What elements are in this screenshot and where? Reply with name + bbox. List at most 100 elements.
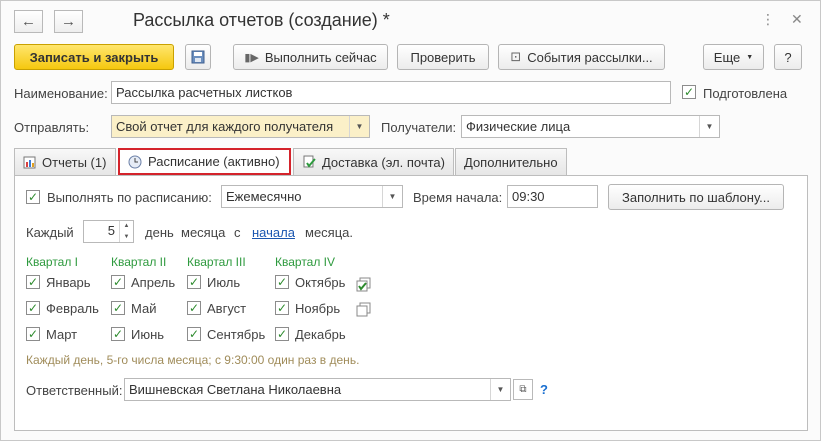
month-label-march: Март [46,327,78,342]
name-field[interactable]: Рассылка расчетных листков [111,81,671,104]
send-mode-select[interactable]: Свой отчет для каждого получателя ▼ [111,115,370,138]
send-mode-value: Свой отчет для каждого получателя [116,119,334,134]
check-icon: ✓ [112,301,124,315]
help-button[interactable]: ? [774,44,802,70]
recipients-select[interactable]: Физические лица ▼ [461,115,720,138]
start-time-label: Время начала: [413,190,503,205]
dropdown-arrow-icon[interactable]: ▼ [349,116,369,137]
month-checkbox-june[interactable]: ✓ [111,327,125,341]
recipients-value: Физические лица [466,119,571,134]
close-icon[interactable]: ✕ [791,11,803,28]
more-actions-icon[interactable]: ⋮ [761,11,775,28]
check-icon: ✓ [276,275,288,289]
month-label-december: Декабрь [295,327,346,342]
report-mailing-window: ← → Рассылка отчетов (создание) * ⋮ ✕ За… [0,0,821,441]
responsible-select[interactable]: Вишневская Светлана Николаевна ▼ [124,378,511,401]
back-button[interactable]: ← [14,10,43,33]
month-checkbox-august[interactable]: ✓ [187,301,201,315]
check-icon: ✓ [683,85,695,99]
mailing-events-button[interactable]: ⊡ События рассылки... [498,44,665,70]
start-time-field[interactable]: 09:30 [507,185,598,208]
check-button[interactable]: Проверить [397,44,489,70]
run-now-button[interactable]: ▮▶ Выполнить сейчас [233,44,388,70]
from-start-link[interactable]: начала [252,225,295,240]
check-icon: ✓ [188,275,200,289]
window-title: Рассылка отчетов (создание) * [133,10,390,30]
dropdown-arrow-icon[interactable]: ▼ [382,186,402,207]
month-checkbox-march[interactable]: ✓ [26,327,40,341]
more-label: Еще [713,49,741,65]
responsible-value: Вишневская Светлана Николаевна [129,382,342,397]
check-icon: ✓ [27,190,39,204]
spin-down-icon[interactable]: ▼ [124,234,130,240]
responsible-label: Ответственный: [26,383,123,398]
check-icon: ✓ [27,275,39,289]
month-word-2: месяца. [305,225,353,240]
delivery-icon [303,155,316,168]
events-icon: ⊡ [510,49,522,64]
day-word: день [145,225,174,240]
tab-delivery[interactable]: Доставка (эл. почта) [293,148,454,175]
month-label-february: Февраль [46,301,99,316]
forward-button[interactable]: → [54,10,83,33]
tab-delivery-label: Доставка (эл. почта) [321,154,445,170]
spinner-buttons[interactable]: ▲ ▼ [119,221,133,242]
prepared-label: Подготовлена [703,86,788,101]
check-icon: ✓ [188,327,200,341]
quarter-3-title: Квартал III [187,255,246,269]
day-value: 5 [107,223,115,238]
recipients-label: Получатели: [381,120,457,135]
month-checkbox-april[interactable]: ✓ [111,275,125,289]
responsible-help-icon[interactable]: ? [540,382,548,397]
dropdown-arrow-icon[interactable]: ▼ [490,379,510,400]
month-label-september: Сентябрь [207,327,266,342]
prepared-checkbox[interactable]: ✓ [682,85,696,99]
spin-up-icon[interactable]: ▲ [124,223,130,229]
check-icon: ✓ [112,275,124,289]
open-icon[interactable]: ⧉ [513,379,533,400]
tab-reports[interactable]: Отчеты (1) [14,148,116,175]
month-checkbox-october[interactable]: ✓ [275,275,289,289]
check-icon: ✓ [112,327,124,341]
month-label-july: Июль [207,275,241,290]
month-checkbox-july[interactable]: ✓ [187,275,201,289]
quarter-4-title: Квартал IV [275,255,336,269]
clear-all-icon[interactable] [356,302,372,321]
name-label: Наименование: [14,86,108,101]
play-icon: ▮▶ [244,51,259,64]
select-all-icon[interactable] [356,277,372,296]
check-icon: ✓ [188,301,200,315]
month-checkbox-may[interactable]: ✓ [111,301,125,315]
run-by-schedule-checkbox[interactable]: ✓ [26,190,40,204]
schedule-summary: Каждый день, 5-го числа месяца; с 9:30:0… [26,353,360,367]
mailing-events-label: События рассылки... [527,49,653,65]
month-label-june: Июнь [131,327,165,342]
month-label-april: Апрель [131,275,176,290]
tab-additional[interactable]: Дополнительно [455,148,567,175]
day-spinner[interactable]: 5 ▲ ▼ [83,220,134,243]
month-checkbox-november[interactable]: ✓ [275,301,289,315]
save-button[interactable] [185,44,211,70]
fill-by-template-button[interactable]: Заполнить по шаблону... [608,184,784,210]
month-checkbox-september[interactable]: ✓ [187,327,201,341]
send-label: Отправлять: [14,120,90,135]
month-checkbox-december[interactable]: ✓ [275,327,289,341]
clock-icon [128,155,142,168]
floppy-disk-icon [191,50,205,64]
dropdown-arrow-icon[interactable]: ▼ [699,116,719,137]
check-icon: ✓ [276,301,288,315]
tab-schedule[interactable]: Расписание (активно) [118,148,291,175]
arrow-left-icon: ← [21,13,36,30]
month-checkbox-january[interactable]: ✓ [26,275,40,289]
month-word: месяца [181,225,226,240]
save-close-button[interactable]: Записать и закрыть [14,44,174,70]
more-button[interactable]: Еще ▼ [703,44,764,70]
check-icon: ✓ [27,327,39,341]
month-label-january: Январь [46,275,91,290]
run-now-label: Выполнить сейчас [264,49,377,65]
month-label-may: Май [131,301,157,316]
arrow-right-icon: → [61,13,76,30]
period-select[interactable]: Ежемесячно ▼ [221,185,403,208]
quarter-1-title: Квартал I [26,255,79,269]
month-checkbox-february[interactable]: ✓ [26,301,40,315]
